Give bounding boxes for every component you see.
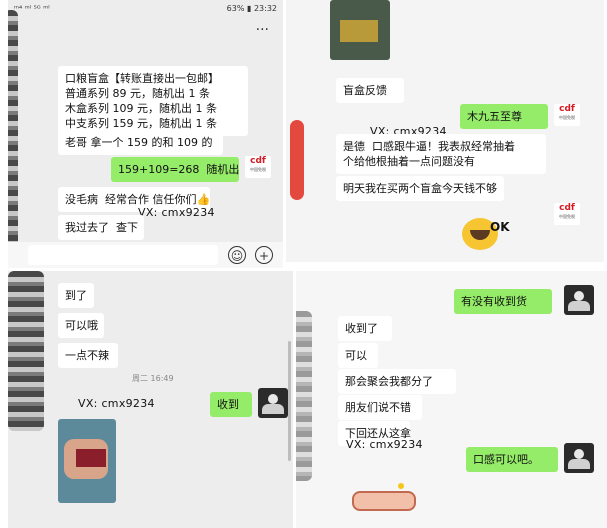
message-order-request: 老哥 拿一个 159 的和 109 的 <box>58 130 223 155</box>
blurred-avatar-strip <box>296 311 312 481</box>
message-price-total: 159+109=268 随机出 <box>111 157 239 182</box>
message-check: 我过去了 查下 <box>58 215 144 240</box>
seller-avatar-logo: cdf 中国免税 <box>245 156 271 178</box>
status-bar-signal: ᵐ⁴ ᵐˡ ⁵ᴳ ᵐˡ <box>14 4 50 13</box>
ok-sticker: OK <box>458 208 510 256</box>
red-decoration <box>290 120 304 200</box>
hand-sticker <box>352 483 416 511</box>
message-received: 收到 <box>210 392 252 417</box>
more-options-button[interactable]: ··· <box>256 22 269 38</box>
message-input[interactable] <box>28 245 218 265</box>
emoji-icon[interactable]: ☺ <box>228 246 246 264</box>
watermark-vx: VX: cmx9234 <box>78 397 155 410</box>
chat-screenshot-4: 有没有收到货 收到了 可以 那会聚会我都分了 朋友们说不错 下回还从这拿 VX:… <box>296 271 607 528</box>
product-photo <box>330 0 390 60</box>
user-avatar <box>564 443 594 473</box>
message-friends-like: 朋友们说不错 <box>338 395 422 420</box>
plus-icon[interactable]: + <box>255 246 273 264</box>
message-feedback: 盲盒反馈 <box>336 78 404 103</box>
watermark-vx: VX: cmx9234 <box>138 206 215 219</box>
message-got-it: 收到了 <box>338 316 392 341</box>
seller-avatar-logo: cdf 中国免税 <box>554 104 580 126</box>
message-brand: 木九五至尊 <box>460 104 548 129</box>
scrollbar[interactable] <box>288 341 291 461</box>
user-avatar <box>564 285 594 315</box>
received-photo <box>58 419 116 503</box>
chat-screenshot-1: ᵐ⁴ ᵐˡ ⁵ᴳ ᵐˡ 63% ▮ 23:32 ··· 口粮盲盒【转账直接出一包… <box>8 0 283 268</box>
message-buy-more: 明天我在买两个盲盒今天钱不够 <box>336 176 504 201</box>
watermark-vx: VX: cmx9234 <box>346 438 423 451</box>
timestamp: 周二 16:49 <box>132 374 174 383</box>
message-shared: 那会聚会我都分了 <box>338 369 456 394</box>
user-avatar <box>258 388 288 418</box>
seller-avatar-logo: cdf 中国免税 <box>554 203 580 225</box>
chat-screenshot-3: 到了 可以哦 一点不辣 周二 16:49 VX: cmx9234 收到 <box>8 271 293 528</box>
status-bar-battery-time: 63% ▮ 23:32 <box>226 4 277 13</box>
input-bar: ☺ + <box>8 242 283 268</box>
message-delivery-check: 有没有收到货 <box>454 289 552 314</box>
message-product-list: 口粮盲盒【转账直接出一包邮】 普通系列 89 元，随机出 1 条 木盒系列 10… <box>58 66 248 136</box>
message-review: 是德 口感跟牛逼！我表叔经常抽着 个给他根抽着一点问题没有 <box>336 134 546 174</box>
message-arrived: 到了 <box>58 283 94 308</box>
message-ok: 可以哦 <box>58 313 104 338</box>
blurred-avatar-strip <box>8 271 44 431</box>
message-taste-question: 口感可以吧。 <box>466 447 558 472</box>
blurred-avatar-strip <box>8 10 18 260</box>
message-not-spicy: 一点不辣 <box>58 343 118 368</box>
chat-screenshot-2: 盲盒反馈 木九五至尊 cdf 中国免税 VX: cmx9234 是德 口感跟牛逼！… <box>286 0 604 262</box>
message-fine: 可以 <box>338 343 378 368</box>
